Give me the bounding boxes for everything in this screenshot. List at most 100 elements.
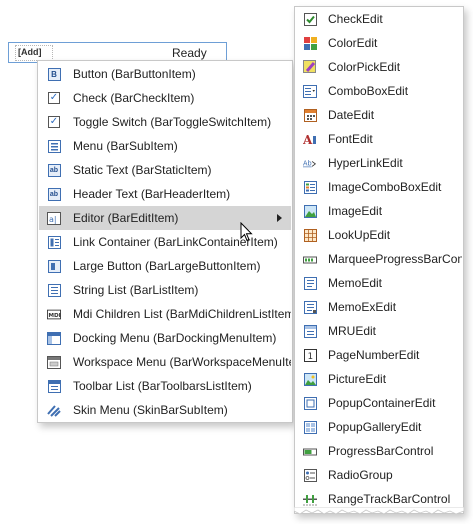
- check-icon: ✓: [48, 92, 60, 104]
- submenu-item-label: PopupContainerEdit: [328, 396, 436, 410]
- menu-item-label: Mdi Children List (BarMdiChildrenListIte…: [73, 307, 291, 321]
- skin-menu-icon: [47, 403, 61, 417]
- submenu-item-label: MemoExEdit: [328, 300, 397, 314]
- submenu-item-imageedit[interactable]: ImageEdit: [296, 199, 462, 223]
- submenu-item-checkedit[interactable]: CheckEdit: [296, 7, 462, 31]
- menu-item-editor[interactable]: a| Editor (BarEditItem): [39, 206, 291, 230]
- radiogroup-icon: [303, 468, 317, 482]
- submenu-item-lookupedit[interactable]: LookUpEdit: [296, 223, 462, 247]
- mouse-cursor-icon: [240, 221, 253, 245]
- toolbar-list-icon: [47, 379, 61, 393]
- menu-item-label: Skin Menu (SkinBarSubItem): [73, 403, 228, 417]
- submenu-item-label: RadioGroup: [328, 468, 393, 482]
- submenu-item-label: PopupGalleryEdit: [328, 420, 422, 434]
- submenu-item-dateedit[interactable]: DateEdit: [296, 103, 462, 127]
- submenu-item-colorpickedit[interactable]: ColorPickEdit: [296, 55, 462, 79]
- menu-item-check[interactable]: ✓ Check (BarCheckItem): [39, 86, 291, 110]
- menu-item-label: String List (BarListItem): [73, 283, 199, 297]
- submenu-item-label: ColorPickEdit: [328, 60, 401, 74]
- submenu-item-imagecomboboxedit[interactable]: ImageComboBoxEdit: [296, 175, 462, 199]
- submenu-item-memoexedit[interactable]: MemoExEdit: [296, 295, 462, 319]
- svg-text:Ab: Ab: [303, 159, 312, 167]
- ready-status-item[interactable]: Ready: [172, 46, 207, 60]
- torn-edge: [294, 506, 464, 516]
- menu-item-link-container[interactable]: Link Container (BarLinkContainerItem): [39, 230, 291, 254]
- editor-submenu: CheckEdit ColorEdit ColorPickEdit ComboB…: [294, 6, 464, 514]
- submenu-item-memoedit[interactable]: MemoEdit: [296, 271, 462, 295]
- menu-item-docking-menu[interactable]: Docking Menu (BarDockingMenuItem): [39, 326, 291, 350]
- memoedit-icon: [303, 276, 317, 290]
- submenu-item-label: ImageComboBoxEdit: [328, 180, 442, 194]
- workspace-menu-icon: [47, 355, 61, 369]
- popupcontaineredit-icon: [303, 396, 317, 410]
- submenu-item-label: PageNumberEdit: [328, 348, 420, 362]
- submenu-item-label: FontEdit: [328, 132, 373, 146]
- marqueeprogressbar-icon: [303, 252, 317, 266]
- editor-icon: a|: [47, 211, 61, 225]
- comboboxedit-icon: [303, 84, 317, 98]
- submenu-item-label: ComboBoxEdit: [328, 84, 409, 98]
- imagecomboboxedit-icon: [303, 180, 317, 194]
- pictureedit-icon: [303, 372, 317, 386]
- add-item-menu: B Button (BarButtonItem) ✓ Check (BarChe…: [37, 60, 293, 423]
- submenu-item-popupgalleryedit[interactable]: PopupGalleryEdit: [296, 415, 462, 439]
- menu-item-label: Menu (BarSubItem): [73, 139, 178, 153]
- submenu-item-fontedit[interactable]: A FontEdit: [296, 127, 462, 151]
- menu-item-menu[interactable]: Menu (BarSubItem): [39, 134, 291, 158]
- submenu-item-hyperlinkedit[interactable]: Ab HyperLinkEdit: [296, 151, 462, 175]
- add-button[interactable]: [Add]: [15, 45, 53, 61]
- menu-item-string-list[interactable]: String List (BarListItem): [39, 278, 291, 302]
- submenu-item-label: PictureEdit: [328, 372, 387, 386]
- menu-item-label: Workspace Menu (BarWorkspaceMenuItem): [73, 355, 291, 369]
- menu-item-label: Button (BarButtonItem): [73, 67, 196, 81]
- submenu-item-mruedit[interactable]: MRUEdit: [296, 319, 462, 343]
- pagenumberedit-icon: 1: [303, 348, 317, 362]
- submenu-item-label: CheckEdit: [328, 12, 383, 26]
- lookupedit-icon: [303, 228, 317, 242]
- menu-item-label: Large Button (BarLargeButtonItem): [73, 259, 261, 273]
- svg-text:MDI: MDI: [48, 313, 60, 319]
- menu-item-skin-menu[interactable]: Skin Menu (SkinBarSubItem): [39, 398, 291, 422]
- dateedit-icon: [303, 108, 317, 122]
- submenu-item-label: ProgressBarControl: [328, 444, 434, 458]
- svg-text:a|: a|: [49, 215, 57, 224]
- menu-item-header-text[interactable]: ab Header Text (BarHeaderItem): [39, 182, 291, 206]
- svg-text:1: 1: [307, 352, 312, 362]
- submenu-item-progressbarcontrol[interactable]: ProgressBarControl: [296, 439, 462, 463]
- menu-item-mdi-children-list[interactable]: MDI Mdi Children List (BarMdiChildrenLis…: [39, 302, 291, 326]
- submenu-item-pictureedit[interactable]: PictureEdit: [296, 367, 462, 391]
- button-icon: B: [47, 67, 61, 81]
- menu-item-large-button[interactable]: Large Button (BarLargeButtonItem): [39, 254, 291, 278]
- imageedit-icon: [303, 204, 317, 218]
- large-button-icon: [47, 259, 61, 273]
- static-text-icon: ab: [47, 163, 61, 177]
- colorpickedit-icon: [303, 60, 317, 74]
- progressbarcontrol-icon: [303, 444, 317, 458]
- menu-item-label: Editor (BarEditItem): [73, 211, 179, 225]
- string-list-icon: [47, 283, 61, 297]
- menu-item-toggle-switch[interactable]: ✓ Toggle Switch (BarToggleSwitchItem): [39, 110, 291, 134]
- submenu-item-label: ColorEdit: [328, 36, 378, 50]
- submenu-item-coloredit[interactable]: ColorEdit: [296, 31, 462, 55]
- menu-item-workspace-menu[interactable]: Workspace Menu (BarWorkspaceMenuItem): [39, 350, 291, 374]
- submenu-item-comboboxedit[interactable]: ComboBoxEdit: [296, 79, 462, 103]
- menu-item-label: Static Text (BarStaticItem): [73, 163, 212, 177]
- submenu-item-label: HyperLinkEdit: [328, 156, 403, 170]
- menu-item-label: Header Text (BarHeaderItem): [73, 187, 231, 201]
- submenu-item-radiogroup[interactable]: RadioGroup: [296, 463, 462, 487]
- menu-item-toolbar-list[interactable]: Toolbar List (BarToolbarsListItem): [39, 374, 291, 398]
- submenu-item-pagenumberedit[interactable]: 1 PageNumberEdit: [296, 343, 462, 367]
- submenu-item-marqueeprogressbarcontrol[interactable]: MarqueeProgressBarControl: [296, 247, 462, 271]
- menu-item-label: Check (BarCheckItem): [73, 91, 195, 105]
- submenu-item-popupcontaineredit[interactable]: PopupContainerEdit: [296, 391, 462, 415]
- menu-item-label: Toggle Switch (BarToggleSwitchItem): [73, 115, 272, 129]
- menu-item-label: Toolbar List (BarToolbarsListItem): [73, 379, 252, 393]
- submenu-item-label: LookUpEdit: [328, 228, 391, 242]
- fontedit-icon: A: [303, 132, 317, 146]
- docking-menu-icon: [47, 331, 61, 345]
- submenu-item-label: ImageEdit: [328, 204, 383, 218]
- submenu-item-label: MRUEdit: [328, 324, 377, 338]
- menu-item-button[interactable]: B Button (BarButtonItem): [39, 62, 291, 86]
- menu-item-static-text[interactable]: ab Static Text (BarStaticItem): [39, 158, 291, 182]
- submenu-item-label: MemoEdit: [328, 276, 383, 290]
